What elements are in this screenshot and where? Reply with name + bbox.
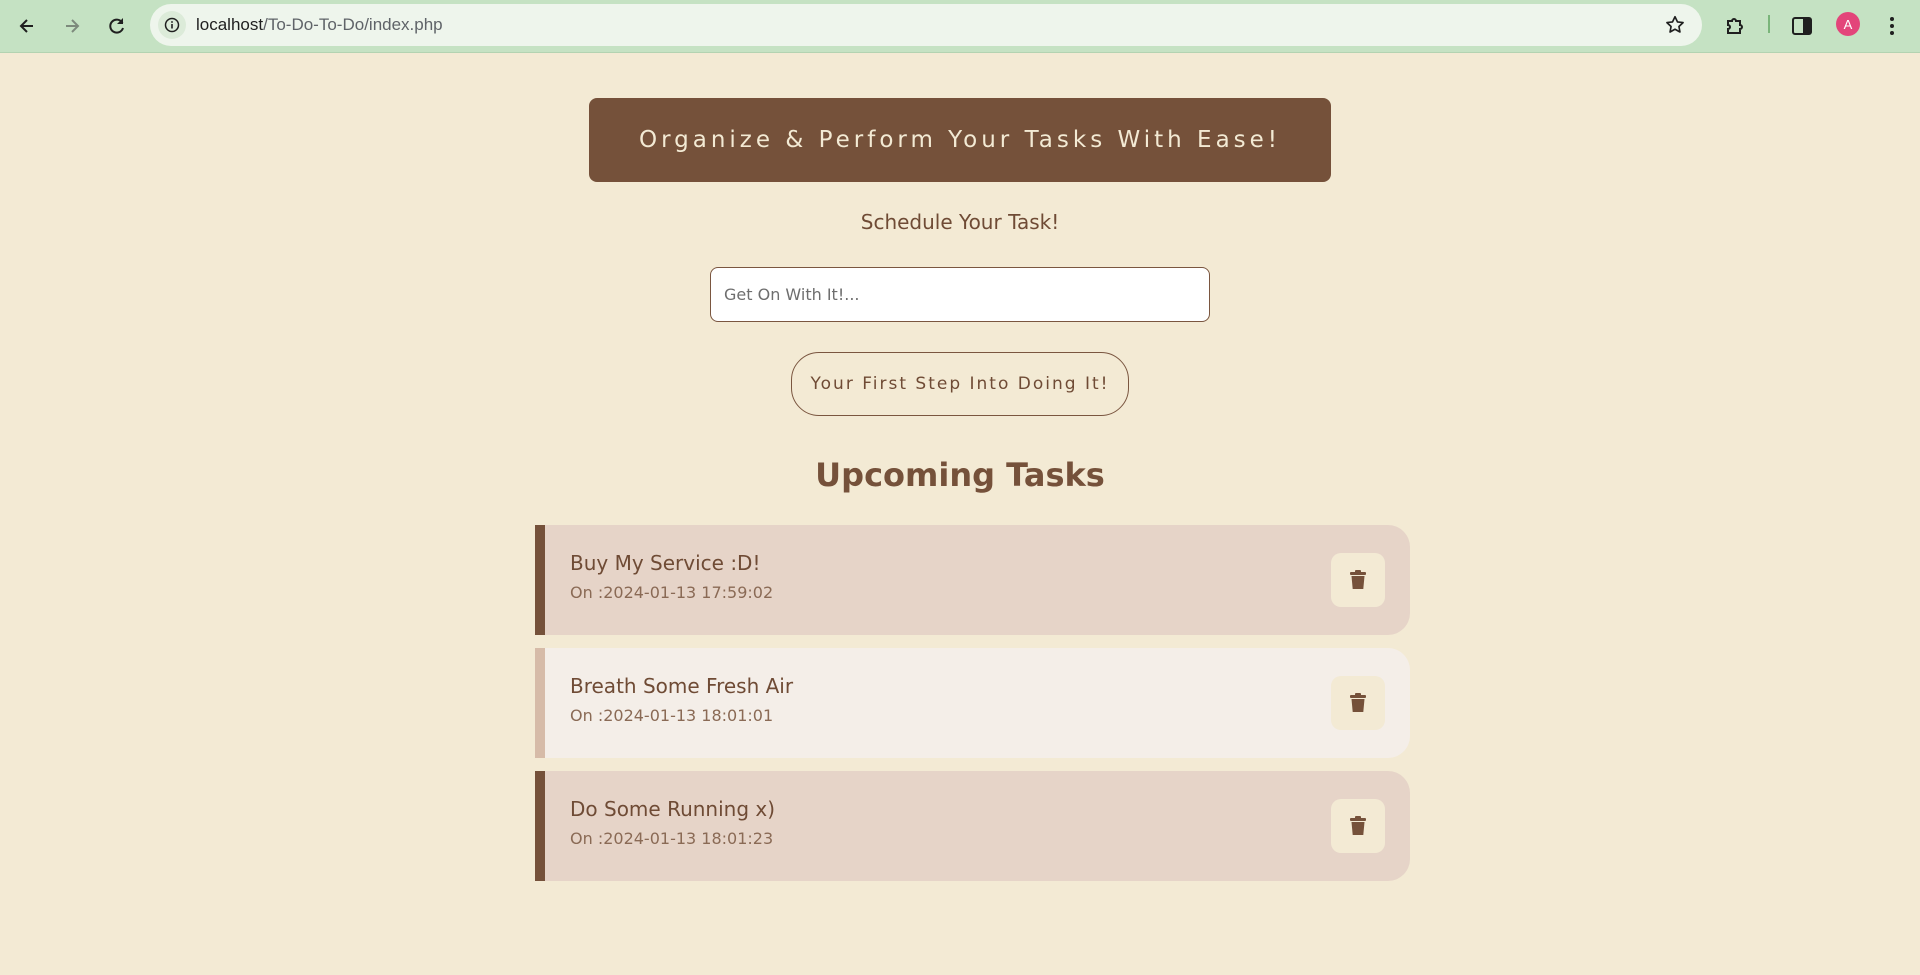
- puzzle-icon: [1727, 18, 1743, 34]
- task-title: Do Some Running x): [570, 797, 776, 821]
- task-input[interactable]: [710, 267, 1210, 322]
- kebab-menu-icon: [1890, 17, 1894, 35]
- side-panel-button[interactable]: [1787, 11, 1817, 41]
- schedule-subtitle: Schedule Your Task!: [860, 210, 1060, 234]
- toolbar-divider: [1768, 15, 1770, 33]
- task-text: Do Some Running x) On :2024-01-13 18:01:…: [570, 797, 775, 848]
- back-button[interactable]: [9, 8, 45, 44]
- task-text: Buy My Service :D! On :2024-01-13 17:59:…: [570, 551, 773, 602]
- site-info-button[interactable]: [158, 11, 186, 39]
- task-item: Do Some Running x) On :2024-01-13 18:01:…: [535, 771, 1410, 881]
- task-text: Breath Some Fresh Air On :2024-01-13 18:…: [570, 674, 793, 725]
- side-panel-icon: [1792, 17, 1812, 35]
- extensions-button[interactable]: [1720, 11, 1750, 41]
- address-bar[interactable]: localhost/To-Do-To-Do/index.php: [150, 4, 1702, 46]
- task-item: Buy My Service :D! On :2024-01-13 17:59:…: [535, 525, 1410, 635]
- reload-button[interactable]: [99, 8, 135, 44]
- trash-icon: [1350, 570, 1366, 589]
- url-host: localhost: [196, 15, 264, 34]
- reload-icon: [109, 18, 124, 34]
- task-date: On :2024-01-13 17:59:02: [570, 583, 774, 602]
- back-arrow-icon: [19, 19, 33, 33]
- info-icon: [164, 17, 180, 33]
- task-title: Buy My Service :D!: [570, 551, 761, 575]
- delete-task-button[interactable]: [1331, 553, 1385, 607]
- url-text: localhost/To-Do-To-Do/index.php: [196, 15, 443, 35]
- upcoming-tasks-title: Upcoming Tasks: [815, 456, 1105, 494]
- delete-task-button[interactable]: [1331, 799, 1385, 853]
- trash-icon: [1350, 693, 1366, 712]
- task-title: Breath Some Fresh Air: [570, 674, 794, 698]
- profile-avatar[interactable]: A: [1836, 12, 1860, 36]
- trash-icon: [1350, 816, 1366, 835]
- star-icon[interactable]: [1664, 14, 1686, 36]
- url-path: /To-Do-To-Do/index.php: [263, 15, 443, 34]
- hero-banner: Organize & Perform Your Tasks With Ease!: [589, 98, 1331, 182]
- add-task-button[interactable]: Your First Step Into Doing It!: [791, 352, 1129, 416]
- forward-button[interactable]: [54, 8, 90, 44]
- page-content: Organize & Perform Your Tasks With Ease!…: [0, 54, 1920, 975]
- browser-menu-button[interactable]: [1877, 11, 1907, 41]
- task-item: Breath Some Fresh Air On :2024-01-13 18:…: [535, 648, 1410, 758]
- forward-arrow-icon: [66, 19, 80, 33]
- task-list: Buy My Service :D! On :2024-01-13 17:59:…: [535, 525, 1410, 894]
- browser-toolbar: localhost/To-Do-To-Do/index.php A: [0, 0, 1920, 53]
- task-date: On :2024-01-13 18:01:01: [570, 706, 774, 725]
- delete-task-button[interactable]: [1331, 676, 1385, 730]
- task-date: On :2024-01-13 18:01:23: [570, 829, 774, 848]
